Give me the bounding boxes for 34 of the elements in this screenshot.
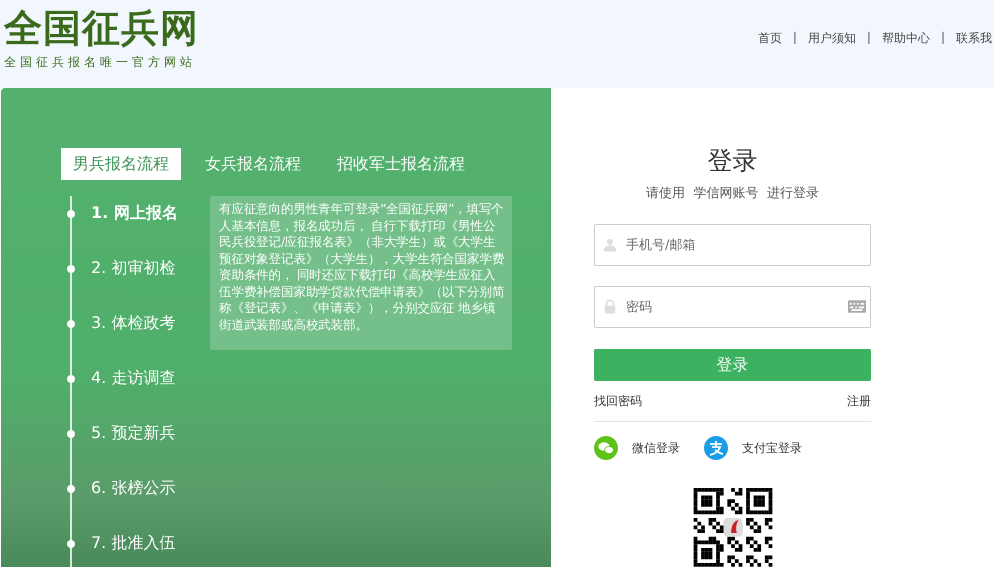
forgot-password-link[interactable]: 找回密码: [594, 393, 642, 410]
step-item[interactable]: 2. 初审初检: [91, 258, 176, 279]
login-title: 登录: [706, 146, 758, 176]
step-item[interactable]: 1. 网上报名: [91, 203, 178, 224]
keyboard-icon[interactable]: [848, 300, 866, 313]
process-tab[interactable]: 女兵报名流程: [193, 148, 313, 180]
nav-link[interactable]: 帮助中心: [882, 30, 930, 47]
lock-icon: [603, 299, 617, 314]
username-field[interactable]: 手机号/邮箱: [594, 224, 871, 266]
site-logo[interactable]: 全国征兵网: [4, 6, 199, 50]
step-item[interactable]: 7. 批准入伍: [91, 533, 176, 554]
step-item[interactable]: 5. 预定新兵: [91, 423, 176, 444]
register-link[interactable]: 注册: [847, 393, 871, 410]
site-slogan: 全国征兵报名唯一官方网站: [4, 54, 197, 71]
wechat-icon[interactable]: [594, 436, 618, 460]
wechat-login-link[interactable]: 微信登录: [632, 440, 680, 457]
alipay-login-link[interactable]: 支付宝登录: [742, 440, 802, 457]
step-item[interactable]: 3. 体检政考: [91, 313, 176, 334]
password-field[interactable]: 密码: [594, 286, 871, 328]
nav-separator: |: [940, 30, 945, 46]
nav-link[interactable]: 用户须知: [808, 30, 856, 47]
user-icon: [603, 237, 617, 252]
nav-separator: |: [866, 30, 871, 46]
alipay-icon[interactable]: [704, 436, 728, 460]
step-item[interactable]: 4. 走访调查: [91, 368, 176, 389]
login-subtitle: 请使用 学信网账号 进行登录: [645, 185, 820, 202]
process-tab[interactable]: 招收军士报名流程: [325, 148, 477, 180]
login-button[interactable]: 登录: [594, 349, 871, 382]
step-item[interactable]: 6. 张榜公示: [91, 478, 176, 499]
nav-separator: |: [792, 30, 797, 46]
process-tab[interactable]: 男兵报名流程: [61, 148, 181, 180]
step-description-tooltip: 有应征意向的男性青年可登录“全国征兵网”，填写个人基本信息，报名成功后， 自行下载打印《男性公民兵役登记/应征报名表》（非大学生）或《大学生预征对象登记表》（大学生），大学生符合国家学费资助条件的， 同时还应下载打印《高校学生应征入伍学费补偿国家助学贷款代偿申请表》（以下分别简称《登记表》、《申请表》），分别交应征 地乡镇街道武装部或高校武装部。: [210, 196, 512, 350]
nav-link[interactable]: 首页: [758, 30, 782, 47]
nav-link[interactable]: 联系我: [956, 30, 992, 47]
